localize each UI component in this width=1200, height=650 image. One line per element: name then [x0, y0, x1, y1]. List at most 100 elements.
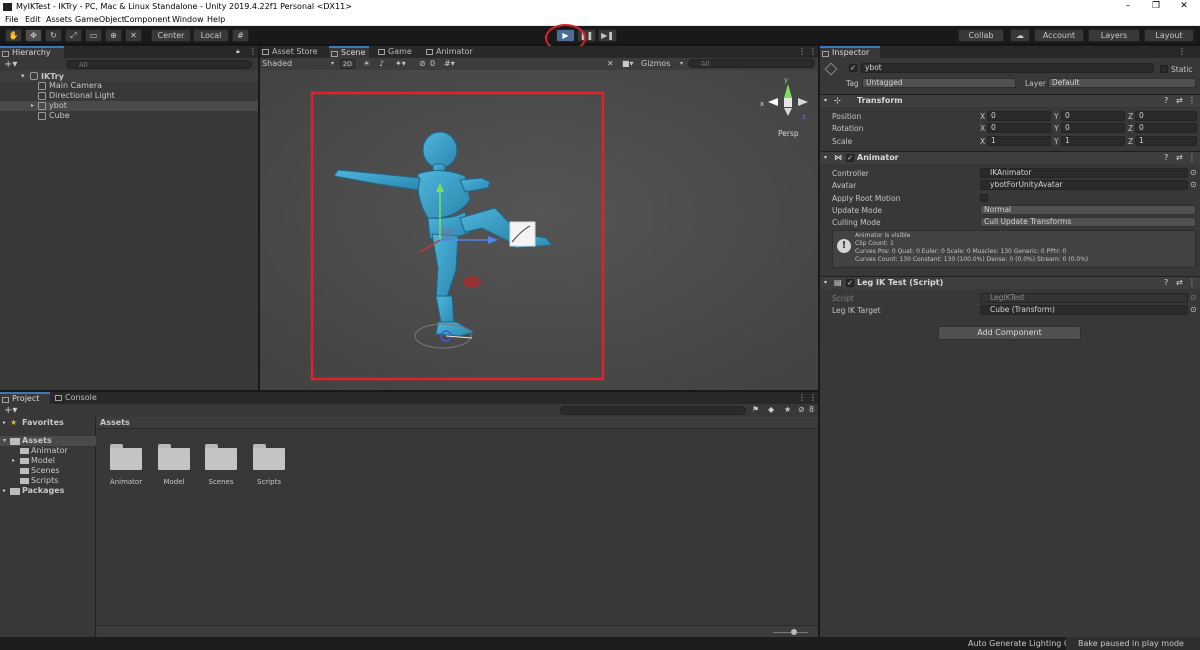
menu-assets[interactable]: Assets — [46, 15, 72, 24]
tools-icon[interactable]: ✕ — [607, 59, 614, 68]
rotate-tool-icon[interactable]: ↻ — [45, 29, 62, 42]
menu-window[interactable]: Window — [172, 15, 204, 24]
animator-enabled-checkbox[interactable]: ✓ — [846, 154, 854, 162]
preset-icon[interactable]: ⇄ — [1176, 277, 1183, 289]
scale-tool-icon[interactable]: ⤢ — [65, 29, 82, 42]
hierarchy-item-main-camera[interactable]: Main Camera — [49, 81, 102, 90]
favorite-star-icon[interactable]: ★ — [784, 405, 791, 414]
expand-arrow-icon[interactable]: ▸ — [3, 419, 6, 426]
help-icon[interactable]: ? — [1164, 277, 1168, 289]
tab-console[interactable]: Console — [53, 392, 103, 404]
shading-mode-dropdown[interactable]: Shaded ▾ — [262, 59, 336, 69]
expand-arrow-icon[interactable]: ▾ — [21, 72, 25, 80]
account-dropdown[interactable]: Account — [1034, 29, 1084, 42]
culling-mode-dropdown[interactable]: Cull Update Transforms — [980, 217, 1196, 227]
help-icon[interactable]: ? — [1164, 95, 1168, 107]
tree-folder-animator[interactable]: Animator — [31, 446, 68, 455]
grid-folder-animator[interactable] — [110, 444, 142, 470]
hidden-packages-icon[interactable]: ⊘ — [798, 405, 805, 414]
pivot-center-button[interactable]: Center — [151, 29, 191, 42]
scale-x-field[interactable]: 1 — [987, 136, 1051, 146]
tab-game[interactable]: Game — [376, 46, 416, 58]
legik-header[interactable]: ▾ ▤ ✓ Leg IK Test (Script) ? ⇄ ⋮ — [820, 276, 1200, 289]
scene-viewport-graphics[interactable]: y x z Persp — [260, 70, 818, 390]
panel-menu-icon[interactable]: ⋮ — [809, 47, 817, 56]
panel-menu-icon[interactable]: ⋮ — [809, 393, 817, 402]
tab-scene[interactable]: Scene — [329, 46, 369, 58]
hierarchy-item-cube[interactable]: Cube — [49, 111, 70, 120]
maximize-button[interactable]: ❐ — [1142, 0, 1170, 14]
grid-dropdown-icon[interactable]: #▾ — [444, 59, 455, 68]
project-search-input[interactable] — [560, 406, 746, 415]
favorites-label[interactable]: Favorites — [22, 418, 64, 427]
collab-dropdown[interactable]: Collab — [958, 29, 1004, 42]
tree-folder-scripts[interactable]: Scripts — [31, 476, 58, 485]
more-icon[interactable]: ⋮ — [1188, 152, 1196, 164]
transform-header[interactable]: ▾ ⊹ Transform ? ⇄ ⋮ — [820, 94, 1200, 107]
assets-root-label[interactable]: Assets — [22, 436, 52, 445]
tag-dropdown[interactable]: Untagged — [862, 78, 1016, 88]
more-icon[interactable]: ⋮ — [1188, 95, 1196, 107]
icon-size-slider-thumb[interactable] — [791, 629, 797, 635]
panel-menu-icon[interactable]: ⋮ — [249, 47, 257, 56]
packages-label[interactable]: Packages — [22, 486, 64, 495]
preset-icon[interactable]: ⇄ — [1176, 152, 1183, 164]
grid-snap-icon[interactable]: # — [232, 29, 249, 42]
preset-icon[interactable]: ⇄ — [1176, 95, 1183, 107]
tab-asset-store[interactable]: Asset Store — [260, 46, 318, 58]
hand-tool-icon[interactable]: ✋ — [5, 29, 22, 42]
leg-ik-target-field[interactable]: Cube (Transform) — [980, 305, 1188, 315]
grid-folder-scenes[interactable] — [205, 444, 237, 470]
layout-dropdown[interactable]: Layout — [1144, 29, 1194, 42]
panel-menu-icon[interactable]: ⋮ — [798, 47, 806, 56]
menu-file[interactable]: File — [5, 15, 18, 24]
lock-icon[interactable]: 🔒︎ — [236, 47, 240, 56]
move-tool-icon[interactable]: ✥ — [25, 29, 42, 42]
search-by-label-icon[interactable]: ◆ — [768, 405, 774, 414]
grid-folder-model[interactable] — [158, 444, 190, 470]
grid-folder-scripts[interactable] — [253, 444, 285, 470]
static-checkbox[interactable] — [1160, 65, 1168, 73]
tab-project[interactable]: Project — [0, 392, 50, 404]
scale-y-field[interactable]: 1 — [1061, 136, 1125, 146]
menu-gameobject[interactable]: GameObject — [75, 15, 125, 24]
menu-edit[interactable]: Edit — [25, 15, 41, 24]
more-icon[interactable]: ⋮ — [1188, 277, 1196, 289]
create-plus-icon[interactable]: +▾ — [4, 59, 17, 70]
object-picker-icon[interactable]: ⊙ — [1190, 305, 1197, 314]
help-icon[interactable]: ? — [1164, 152, 1168, 164]
expand-arrow-icon[interactable]: ▸ — [12, 457, 15, 464]
rotation-x-field[interactable]: 0 — [987, 123, 1051, 133]
avatar-field[interactable]: ybotForUnityAvatar — [980, 180, 1188, 190]
hierarchy-item-directional-light[interactable]: Directional Light — [49, 91, 115, 100]
custom-tool-icon[interactable]: ✕ — [125, 29, 142, 42]
minimize-button[interactable]: – — [1114, 0, 1142, 14]
effects-dropdown-icon[interactable]: ✦▾ — [395, 59, 406, 68]
pivot-local-button[interactable]: Local — [193, 29, 229, 42]
panel-menu-icon[interactable]: ⋮ — [1178, 47, 1186, 56]
add-component-button[interactable]: Add Component — [938, 326, 1081, 340]
layer-dropdown[interactable]: Default — [1048, 78, 1196, 88]
animator-header[interactable]: ▾ ⋈ ✓ Animator ? ⇄ ⋮ — [820, 151, 1200, 164]
object-picker-icon[interactable]: ⊙ — [1190, 168, 1197, 177]
rotation-y-field[interactable]: 0 — [1061, 123, 1125, 133]
position-x-field[interactable]: 0 — [987, 111, 1051, 121]
lighting-status[interactable]: Auto Generate Lighting Off — [968, 639, 1076, 648]
object-name-field[interactable]: ybot — [861, 63, 1154, 73]
step-button[interactable]: ▶❚ — [598, 29, 617, 42]
rect-tool-icon[interactable]: ▭ — [85, 29, 102, 42]
panel-menu-icon[interactable]: ⋮ — [798, 393, 806, 402]
cube-object[interactable] — [509, 221, 536, 247]
tree-folder-model[interactable]: Model — [31, 456, 55, 465]
expand-arrow-icon[interactable]: ▸ — [31, 102, 34, 109]
hierarchy-search-input[interactable]: All — [66, 60, 252, 69]
persp-label[interactable]: Persp — [778, 129, 799, 138]
hierarchy-item-ybot[interactable]: ybot — [49, 101, 67, 110]
gizmos-dropdown[interactable]: Gizmos ▾ — [641, 59, 685, 69]
tab-hierarchy[interactable]: Hierarchy — [0, 46, 64, 58]
close-button[interactable]: ✕ — [1170, 0, 1198, 14]
scene-view[interactable]: y x z Persp — [260, 70, 818, 390]
scene-search-input[interactable]: All — [688, 59, 815, 68]
search-by-type-icon[interactable]: ⚑ — [752, 405, 759, 414]
position-y-field[interactable]: 0 — [1061, 111, 1125, 121]
